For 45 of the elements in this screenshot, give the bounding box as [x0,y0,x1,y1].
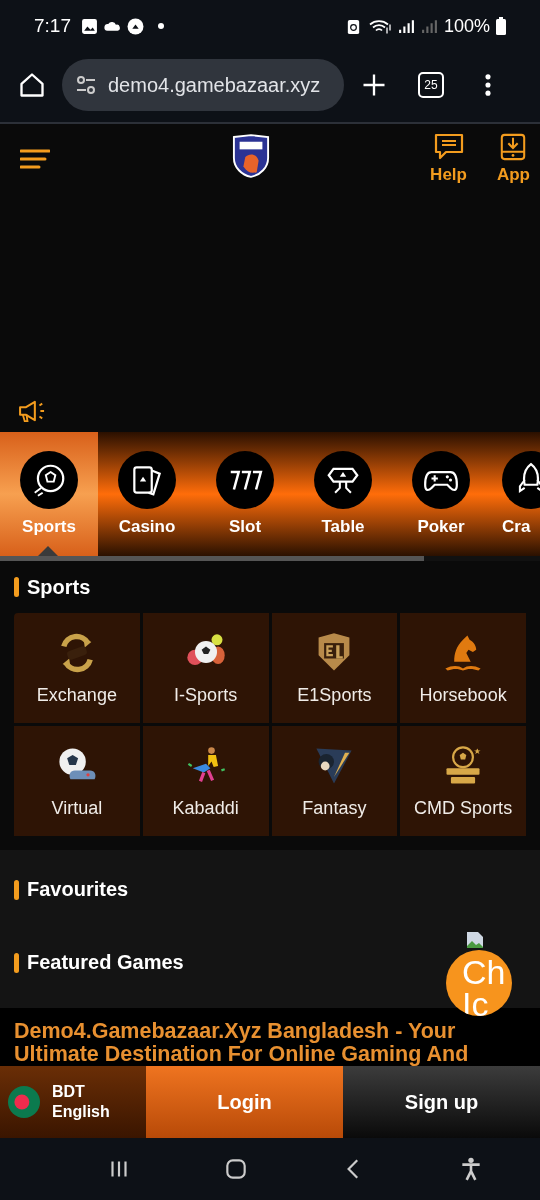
pointer-icon [38,546,58,556]
address-bar[interactable]: demo4.gamebazaar.xyz [62,59,344,111]
url-text: demo4.gamebazaar.xyz [108,73,321,97]
app-button[interactable]: App [496,133,530,185]
currency-label: BDT [52,1083,86,1101]
shield-logo-icon[interactable] [232,134,270,178]
chat-icon [433,133,464,161]
battery-percent: 100% [443,15,490,37]
sport-tile[interactable]: Horsebook [400,613,526,723]
title-marker [14,952,19,973]
category-tab[interactable]: Table [294,432,392,556]
login-button[interactable]: Login [146,1066,343,1138]
tab-count-button[interactable]: 25 [418,72,444,98]
title-marker [14,577,19,597]
sport-tile[interactable]: Kabaddi [142,726,269,836]
site-settings-icon[interactable] [74,73,98,97]
battery-icon [496,17,506,35]
sport-tile[interactable]: E1Sports [271,613,398,723]
section-title: Favourites [27,878,129,901]
signal-icon [397,17,415,35]
sport-tile[interactable]: Exchange [14,613,140,723]
category-tab[interactable]: Poker [392,432,490,556]
seo-heading: Demo4.Gamebazaar.Xyz Bangladesh - Your Ultimate Destination For Online Gaming And [14,1020,470,1066]
sport-tile[interactable]: Fantasy [271,726,398,836]
title-marker [14,879,19,900]
language-label: English [52,1103,110,1121]
wifi-icon [367,17,392,35]
language-selector[interactable]: BDT English [0,1066,146,1138]
sport-tile[interactable]: Virtual [14,726,140,836]
category-tab[interactable]: Casino [98,432,196,556]
flag-icon [8,1086,40,1118]
help-button[interactable]: Help [430,133,467,185]
home-icon[interactable] [18,71,46,99]
signal-icon [420,17,438,35]
clock: 7:17 [34,15,71,37]
broken-image-icon [465,930,485,950]
section-title: Sports [27,575,91,599]
sport-tile[interactable]: I-Sports [142,613,269,723]
dot-icon [158,23,164,29]
category-tab[interactable]: Cra [490,432,540,556]
sport-tile[interactable]: CMD Sports [400,726,526,836]
category-tab[interactable]: Slot [196,432,294,556]
image-icon [81,17,98,35]
menu-icon[interactable] [20,149,50,169]
section-title: Featured Games [27,951,184,974]
